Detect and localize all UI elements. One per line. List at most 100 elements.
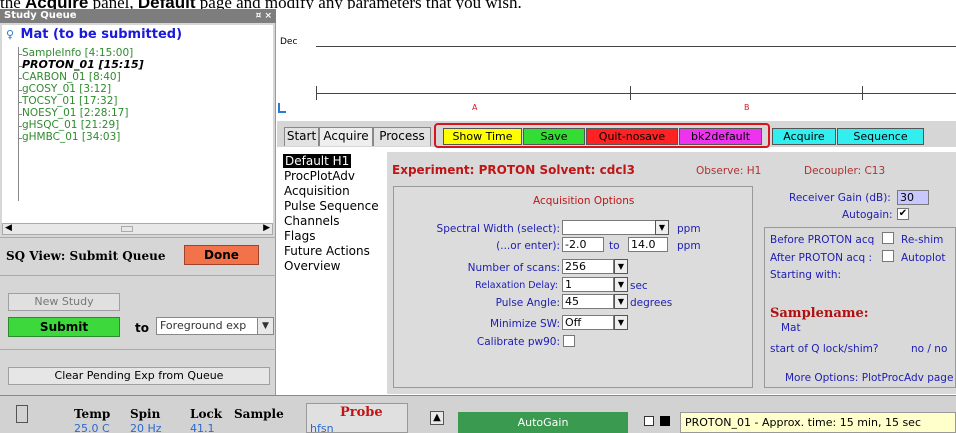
show-time-button[interactable]: Show Time: [443, 128, 522, 145]
enter-unit: ppm: [677, 240, 701, 252]
spectrum-trace: [316, 46, 956, 47]
lockshim-label: start of Q lock/shim?: [770, 343, 879, 355]
page-procplotadv[interactable]: ProcPlotAdv: [284, 169, 355, 183]
submit-button[interactable]: Submit: [8, 317, 120, 337]
page-pulse-sequence[interactable]: Pulse Sequence: [284, 199, 379, 213]
bk2default-button[interactable]: bk2default: [679, 128, 762, 145]
decoupler-label: Decoupler: C13: [804, 165, 886, 177]
from-ppm-input[interactable]: -2.0: [562, 237, 604, 252]
submit-target-select[interactable]: Foreground exp ▼: [156, 317, 274, 335]
samplename-title: Samplename:: [770, 306, 869, 321]
more-options-link[interactable]: More Options: PlotProcAdv page: [785, 372, 953, 384]
spectral-width-select[interactable]: [562, 220, 666, 235]
spectrum-display[interactable]: [277, 27, 956, 119]
page-future-actions[interactable]: Future Actions: [284, 244, 370, 258]
tree-root[interactable]: ♀ Mat (to be submitted): [6, 27, 182, 42]
pulse-unit: degrees: [630, 297, 673, 309]
before-acq-label: Before PROTON acq: [770, 234, 875, 246]
chevron-down-icon[interactable]: ▼: [614, 277, 628, 292]
study-queue-panel: Study Queue ¤ × ♀ Mat (to be submitted) …: [0, 9, 276, 395]
chevron-down-icon[interactable]: ▼: [614, 315, 628, 330]
chevron-down-icon[interactable]: ▼: [257, 318, 273, 334]
triangle-up-icon[interactable]: ▲: [430, 411, 444, 425]
probe-label: Probe: [340, 405, 383, 420]
tree-item-carbon[interactable]: CARBON_01 [8:40]: [22, 71, 121, 83]
temp-label[interactable]: Temp: [74, 407, 110, 421]
calibrate-checkbox[interactable]: [563, 335, 575, 347]
experiment-title: Experiment: PROTON Solvent: cdcl3: [392, 163, 635, 177]
reshim-label: Re-shim: [901, 234, 944, 246]
corner-marker: [278, 103, 286, 113]
to-ppm-input[interactable]: 14.0: [628, 237, 668, 252]
save-button[interactable]: Save: [523, 128, 585, 145]
tree-item-ghsqc[interactable]: gHSQC_01 [21:29]: [22, 119, 119, 131]
square-empty-icon[interactable]: [644, 416, 654, 426]
spin-value: 20 Hz: [130, 422, 162, 433]
reshim-checkbox[interactable]: [882, 232, 894, 244]
tree-item-tocsy[interactable]: TOCSY_01 [17:32]: [22, 95, 118, 107]
probe-value: hfsn: [310, 422, 334, 433]
tree-horizontal-scrollbar[interactable]: ◀ ▶: [2, 223, 273, 235]
marker-a: A: [472, 103, 478, 112]
receiver-gain-label: Receiver Gain (dB):: [789, 192, 891, 204]
tree-item-gcosy[interactable]: gCOSY_01 [3:12]: [22, 83, 111, 95]
tree-node-icon: ♀: [6, 28, 15, 41]
axis-tick: [862, 86, 863, 100]
observe-label: Observe: H1: [696, 165, 762, 177]
tree-item-proton[interactable]: PROTON_01 [15:15]: [22, 58, 144, 71]
spin-label[interactable]: Spin: [130, 407, 160, 421]
study-queue-header: Study Queue ¤ ×: [0, 9, 276, 23]
trash-icon[interactable]: [16, 405, 28, 423]
lockshim-value: no / no: [911, 343, 948, 355]
tab-acquire[interactable]: Acquire: [319, 127, 373, 146]
pin-close-icon[interactable]: ¤ ×: [256, 9, 272, 23]
starting-with-label: Starting with:: [770, 269, 842, 281]
quit-nosave-button[interactable]: Quit-nosave: [586, 128, 678, 145]
scroll-right-icon[interactable]: ▶: [263, 223, 270, 233]
done-button[interactable]: Done: [184, 245, 259, 265]
page-channels[interactable]: Channels: [284, 214, 340, 228]
instruction-text: the Acquire panel, Default page and modi…: [0, 0, 956, 9]
page-default-h1[interactable]: Default H1: [283, 154, 352, 168]
page-acquisition[interactable]: Acquisition: [284, 184, 350, 198]
sample-label[interactable]: Sample: [234, 407, 284, 421]
page-flags[interactable]: Flags: [284, 229, 315, 243]
relaxation-label: Relaxation Delay:: [475, 280, 558, 291]
spectrum-channel-label: Dec: [280, 37, 298, 47]
lock-value: 41.1: [190, 422, 215, 433]
autogain-checkbox[interactable]: ✔: [897, 208, 909, 220]
scans-select[interactable]: 256: [562, 259, 614, 274]
tree-item-ghmbc[interactable]: gHMBC_01 [34:03]: [22, 131, 120, 143]
scroll-left-icon[interactable]: ◀: [5, 223, 12, 233]
scans-label: Number of scans:: [467, 262, 560, 274]
clear-pending-button[interactable]: Clear Pending Exp from Queue: [8, 367, 270, 385]
tab-process[interactable]: Process: [373, 127, 431, 146]
spectrum-axis: [316, 93, 956, 94]
temp-value: 25.0 C: [74, 422, 110, 433]
chevron-down-icon[interactable]: ▼: [614, 294, 628, 309]
receiver-gain-input[interactable]: 30: [897, 190, 929, 205]
tree-item-noesy[interactable]: NOESY_01 [2:28:17]: [22, 107, 128, 119]
new-study-button[interactable]: New Study: [8, 293, 120, 311]
samplename-value: Mat: [781, 322, 801, 334]
chevron-down-icon[interactable]: ▼: [614, 259, 628, 274]
to-label: to: [135, 321, 149, 335]
lock-label[interactable]: Lock: [190, 407, 222, 421]
scroll-thumb[interactable]: [121, 226, 133, 232]
pulse-angle-label: Pulse Angle:: [495, 297, 560, 309]
autoplot-checkbox[interactable]: [882, 250, 894, 262]
page-overview[interactable]: Overview: [284, 259, 341, 273]
pulse-angle-select[interactable]: 45: [562, 294, 614, 309]
after-acq-label: After PROTON acq :: [770, 252, 873, 264]
relaxation-select[interactable]: 1: [562, 277, 614, 292]
acquire-button[interactable]: Acquire: [772, 128, 836, 145]
minimize-sw-select[interactable]: Off: [562, 315, 614, 330]
sequence-button[interactable]: Sequence: [837, 128, 924, 145]
autogain-progress: AutoGain: [458, 412, 628, 433]
to-range-label: to: [609, 240, 620, 252]
axis-tick: [630, 86, 631, 100]
calibrate-label: Calibrate pw90:: [476, 336, 560, 348]
chevron-down-icon[interactable]: ▼: [655, 220, 669, 235]
square-filled-icon[interactable]: [660, 416, 670, 426]
tab-start[interactable]: Start: [284, 127, 319, 146]
